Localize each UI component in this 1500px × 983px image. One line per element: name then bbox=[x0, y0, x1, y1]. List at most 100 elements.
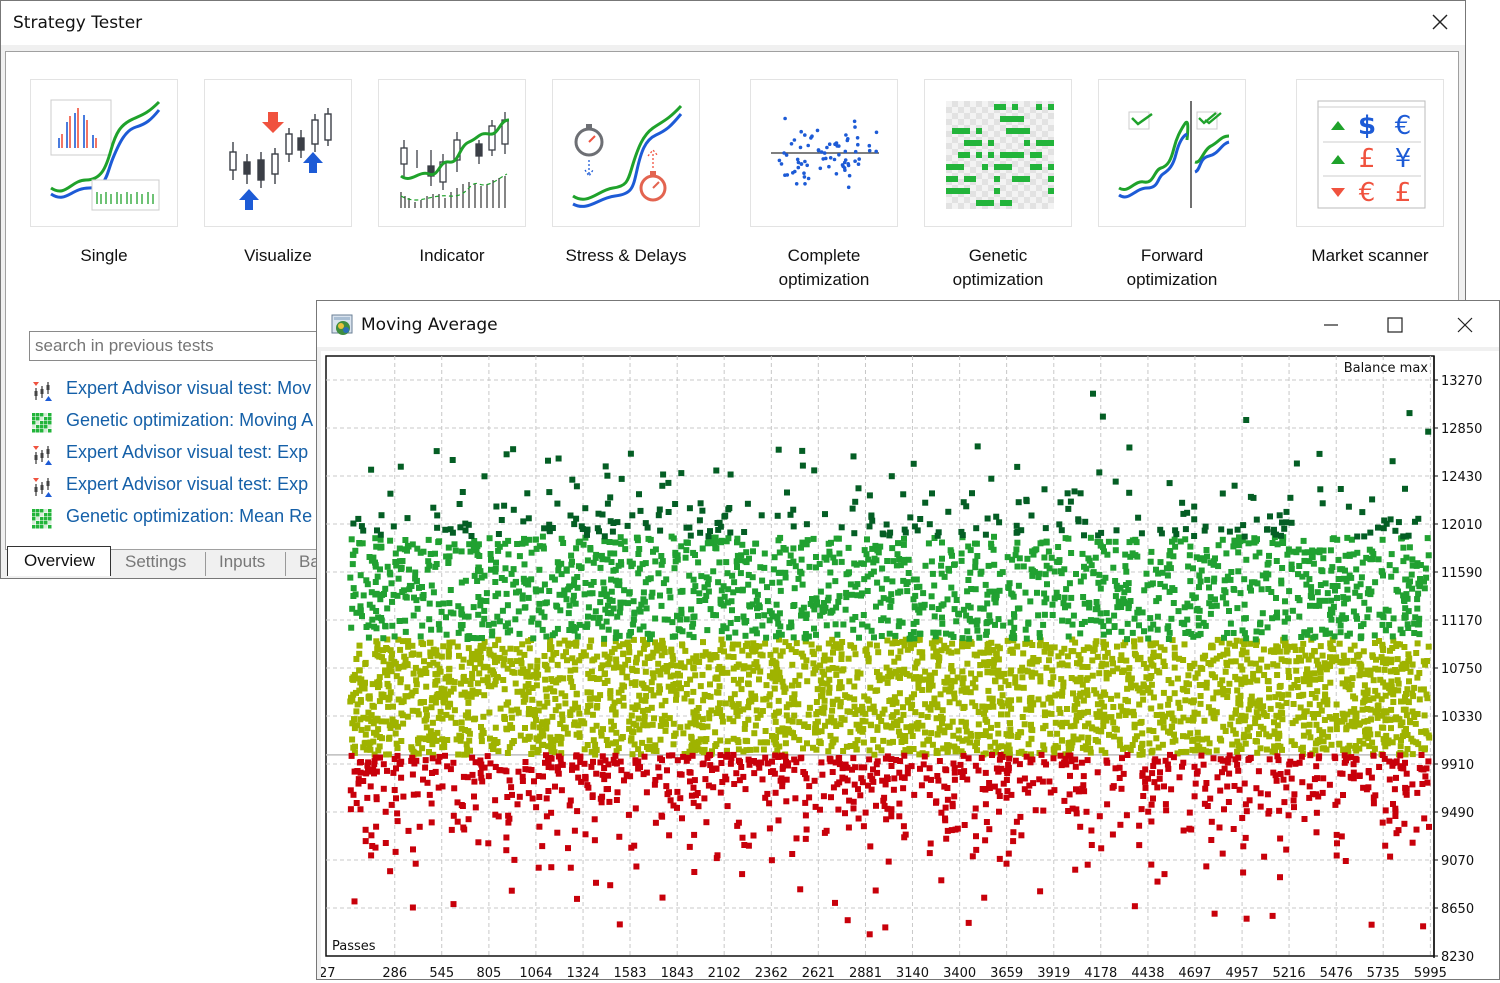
pass-point bbox=[791, 634, 797, 640]
pass-point bbox=[1080, 551, 1086, 557]
minimize-icon[interactable] bbox=[1317, 311, 1345, 339]
recent-test-item[interactable]: Genetic optimization: Moving A bbox=[31, 410, 331, 438]
pass-point bbox=[1235, 568, 1241, 574]
pass-point bbox=[500, 677, 506, 683]
tab-overview[interactable]: Overview bbox=[7, 546, 111, 576]
recent-test-item[interactable]: Expert Advisor visual test: Exp bbox=[31, 442, 331, 470]
pass-point bbox=[1026, 741, 1032, 747]
pass-point bbox=[446, 640, 452, 646]
pass-point bbox=[671, 741, 677, 747]
pass-point bbox=[544, 795, 550, 801]
pass-point bbox=[691, 832, 697, 838]
pass-point bbox=[406, 567, 412, 573]
close-icon[interactable] bbox=[1451, 311, 1479, 339]
pass-point bbox=[1196, 584, 1202, 590]
pass-point bbox=[996, 768, 1002, 774]
close-icon[interactable] bbox=[1429, 11, 1451, 33]
pass-point bbox=[1000, 623, 1006, 629]
pass-point bbox=[458, 681, 464, 687]
tab-inputs[interactable]: Inputs bbox=[219, 548, 265, 580]
pass-point bbox=[1007, 670, 1013, 676]
optimization-scatter-chart[interactable]: 1327012850124301201011590111701075010330… bbox=[321, 351, 1499, 979]
tile-forward-optimization[interactable] bbox=[1098, 79, 1246, 227]
pass-point bbox=[1339, 833, 1345, 839]
pass-point bbox=[1160, 715, 1166, 721]
pass-point bbox=[1247, 724, 1253, 730]
pass-point bbox=[353, 656, 359, 662]
recent-test-item[interactable]: Genetic optimization: Mean Re bbox=[31, 506, 331, 534]
pass-point bbox=[1388, 574, 1394, 580]
tile-complete-optimization[interactable] bbox=[750, 79, 898, 227]
tab-settings[interactable]: Settings bbox=[125, 548, 186, 580]
pass-point bbox=[1240, 870, 1246, 876]
pass-point bbox=[1007, 727, 1013, 733]
scatter-dot bbox=[809, 136, 813, 140]
pass-point bbox=[544, 700, 550, 706]
pass-point bbox=[842, 810, 848, 816]
recent-test-item[interactable]: Expert Advisor visual test: Exp bbox=[31, 474, 331, 502]
pass-point bbox=[1261, 647, 1267, 653]
pass-point bbox=[1037, 888, 1043, 894]
pass-point bbox=[974, 553, 980, 559]
tab-bar: Overview Settings Inputs Ba bbox=[7, 546, 327, 578]
pass-point bbox=[1024, 754, 1030, 760]
pass-point bbox=[636, 716, 642, 722]
pass-point bbox=[1368, 717, 1374, 723]
pass-point bbox=[789, 683, 795, 689]
pass-point bbox=[582, 591, 588, 597]
pass-point bbox=[582, 746, 588, 752]
pass-point bbox=[382, 623, 388, 629]
tile-market-scanner[interactable]: $ € £ ¥ € £ bbox=[1296, 79, 1444, 227]
tile-stress-delays[interactable] bbox=[552, 79, 700, 227]
pass-point bbox=[585, 689, 591, 695]
pass-point bbox=[1356, 672, 1362, 678]
tile-genetic-optimization[interactable] bbox=[924, 79, 1072, 227]
pass-point bbox=[1021, 685, 1027, 691]
pass-point bbox=[1178, 539, 1184, 545]
pass-point bbox=[414, 681, 420, 687]
pass-point bbox=[1207, 740, 1213, 746]
pass-point bbox=[1172, 690, 1178, 696]
pass-point bbox=[714, 766, 720, 772]
pass-point bbox=[1308, 584, 1314, 590]
pass-point bbox=[1114, 604, 1120, 610]
pass-point bbox=[488, 760, 494, 766]
tile-visualize[interactable] bbox=[204, 79, 352, 227]
pass-point bbox=[856, 816, 862, 822]
pass-point bbox=[481, 616, 487, 622]
gene-block bbox=[982, 164, 988, 170]
pass-point bbox=[943, 680, 949, 686]
tile-single[interactable] bbox=[30, 79, 178, 227]
pass-point bbox=[960, 705, 966, 711]
pass-point bbox=[503, 565, 509, 571]
pass-point bbox=[1235, 695, 1241, 701]
pass-point bbox=[773, 741, 779, 747]
pass-point bbox=[1401, 821, 1407, 827]
pass-point bbox=[570, 684, 576, 690]
pass-point bbox=[487, 535, 493, 541]
pass-point bbox=[585, 614, 591, 620]
search-previous-tests-input[interactable] bbox=[29, 331, 329, 361]
pass-point bbox=[1037, 630, 1043, 636]
pass-point bbox=[843, 607, 849, 613]
pass-point bbox=[369, 617, 375, 623]
pass-point bbox=[759, 578, 765, 584]
recent-test-item[interactable]: Expert Advisor visual test: Mov bbox=[31, 378, 331, 406]
pass-point bbox=[1010, 829, 1016, 835]
pass-point bbox=[1238, 590, 1244, 596]
visual-test-icon bbox=[31, 476, 53, 498]
scatter-dot bbox=[799, 146, 803, 150]
pass-point bbox=[875, 649, 881, 655]
pass-point bbox=[626, 591, 632, 597]
pass-point bbox=[1307, 701, 1313, 707]
pass-point bbox=[1369, 740, 1375, 746]
maximize-icon[interactable] bbox=[1381, 311, 1409, 339]
pass-point bbox=[1358, 666, 1364, 672]
pass-point bbox=[642, 599, 648, 605]
pass-point bbox=[832, 559, 838, 565]
pass-point bbox=[888, 813, 894, 819]
pass-point bbox=[1217, 825, 1223, 831]
pass-point bbox=[882, 803, 888, 809]
pass-point bbox=[750, 574, 756, 580]
tile-indicator[interactable] bbox=[378, 79, 526, 227]
